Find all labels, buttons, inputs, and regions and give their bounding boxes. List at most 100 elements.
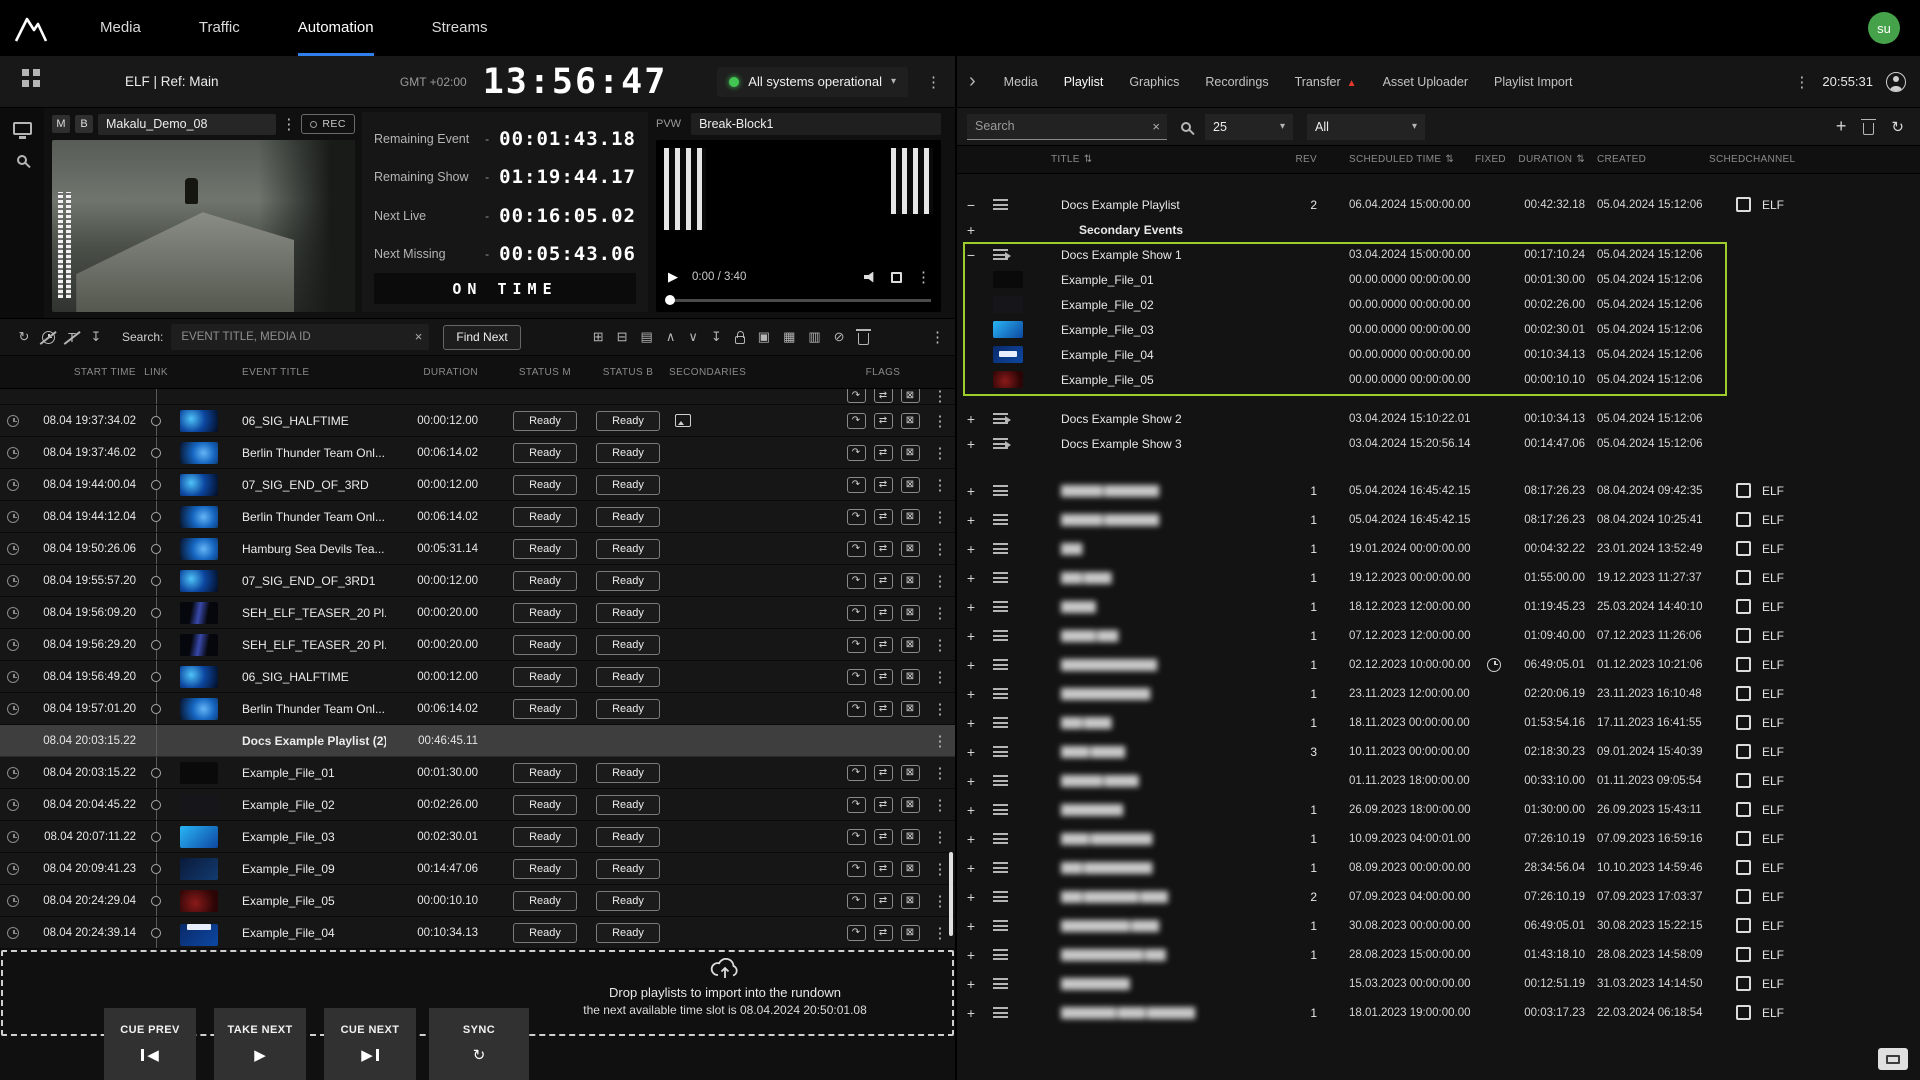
link-node-icon[interactable]	[151, 416, 161, 426]
seek-knob[interactable]	[665, 295, 675, 305]
playlist-row[interactable]: + ████████ ████ ███████ 1 18.01.2023 19:…	[957, 998, 1920, 1027]
flag-block-icon[interactable]: ⊠	[901, 413, 920, 429]
col-flags[interactable]: FLAGS	[841, 367, 925, 378]
expand-toggle[interactable]: +	[957, 715, 985, 731]
expand-toggle[interactable]: +	[957, 773, 985, 789]
link-cell[interactable]	[136, 789, 176, 820]
rundown-row[interactable]: 08.04 19:56:49.20 06_SIG_HALFTIME 00:00:…	[0, 661, 955, 693]
playlist-row[interactable]: + ███ ████ 1 19.12.2023 00:00:00.00 01:5…	[957, 563, 1920, 592]
channel-checkbox[interactable]	[1736, 599, 1751, 614]
channel-checkbox[interactable]	[1736, 686, 1751, 701]
col-created[interactable]: CREATED	[1597, 154, 1646, 165]
tab-transfer[interactable]: Transfer▲	[1295, 75, 1357, 89]
link-node-icon[interactable]	[151, 672, 161, 682]
flag-loop-icon[interactable]: ⇄	[874, 573, 893, 589]
flag-jump-icon[interactable]: ↷	[847, 829, 866, 845]
playlist-search-input[interactable]	[967, 114, 1167, 140]
rundown-scrollbar[interactable]	[949, 852, 953, 936]
makalu-logo-icon[interactable]	[14, 13, 48, 43]
refresh-icon[interactable]: ↻	[1891, 118, 1904, 136]
link-cell[interactable]	[136, 501, 176, 532]
flag-jump-icon[interactable]: ↷	[847, 893, 866, 909]
flag-loop-icon[interactable]: ⇄	[874, 861, 893, 877]
playlist-row[interactable]: + ███ 1 19.01.2024 00:00:00.00 00:04:32.…	[957, 534, 1920, 563]
playlist-row[interactable]: − Docs Example Playlist 2 06.04.2024 15:…	[957, 192, 1920, 217]
channel-checkbox[interactable]	[1736, 976, 1751, 991]
paste-icon[interactable]: ▦	[783, 329, 795, 345]
expand-toggle[interactable]: +	[957, 947, 985, 963]
channel-checkbox[interactable]	[1736, 947, 1751, 962]
link-cell[interactable]	[136, 853, 176, 884]
flag-jump-icon[interactable]: ↷	[847, 389, 866, 403]
rundown-row[interactable]: 08.04 19:50:26.06 Hamburg Sea Devils Tea…	[0, 533, 955, 565]
nav-item-media[interactable]: Media	[100, 0, 141, 56]
flag-jump-icon[interactable]: ↷	[847, 701, 866, 717]
expand-toggle[interactable]: +	[957, 889, 985, 905]
tab-asset-uploader[interactable]: Asset Uploader	[1383, 75, 1468, 89]
flag-block-icon[interactable]: ⊠	[901, 765, 920, 781]
flag-jump-icon[interactable]: ↷	[847, 477, 866, 493]
row-menu-icon[interactable]: ⋮	[933, 796, 948, 814]
flag-jump-icon[interactable]: ↷	[847, 637, 866, 653]
channel-checkbox[interactable]	[1736, 483, 1751, 498]
playlist-row[interactable]: + ██████████ ████ 1 30.08.2023 00:00:00.…	[957, 911, 1920, 940]
playlist-row[interactable]: + Secondary Events	[957, 217, 1920, 242]
user-icon[interactable]	[1886, 72, 1906, 92]
header-menu-icon[interactable]: ⋮	[926, 73, 941, 91]
flag-loop-icon[interactable]: ⇄	[874, 605, 893, 621]
pvw-clip-input[interactable]: Break-Block1	[691, 113, 941, 135]
flag-loop-icon[interactable]: ⇄	[874, 413, 893, 429]
link-node-icon[interactable]	[151, 480, 161, 490]
rundown-row[interactable]: 08.04 19:56:29.20 SEH_ELF_TEASER_20 Pl..…	[0, 629, 955, 661]
expand-toggle[interactable]: +	[957, 570, 985, 586]
expand-toggle[interactable]: +	[957, 831, 985, 847]
rundown-menu-icon[interactable]: ⋮	[930, 328, 945, 346]
expand-toggle[interactable]: +	[957, 860, 985, 876]
col-link[interactable]: LINK	[136, 367, 176, 378]
seek-bar[interactable]	[666, 299, 931, 302]
expand-toggle[interactable]: +	[957, 744, 985, 760]
expand-toggle[interactable]: +	[957, 628, 985, 644]
link-cell[interactable]	[136, 405, 176, 436]
playlist-row[interactable]: + ████████████ ███ 1 28.08.2023 15:00:00…	[957, 940, 1920, 969]
clear-search-icon[interactable]: ×	[1152, 119, 1160, 134]
row-menu-icon[interactable]: ⋮	[933, 604, 948, 622]
flag-jump-icon[interactable]: ↷	[847, 765, 866, 781]
flag-jump-icon[interactable]: ↷	[847, 573, 866, 589]
channel-checkbox[interactable]	[1736, 889, 1751, 904]
filter-select[interactable]: All ▾	[1307, 114, 1425, 140]
link-cell[interactable]	[136, 565, 176, 596]
link-node-icon[interactable]	[151, 608, 161, 618]
row-menu-icon[interactable]: ⋮	[933, 476, 948, 494]
rundown-row[interactable]: 08.04 19:57:01.20 Berlin Thunder Team On…	[0, 693, 955, 725]
playlist-row[interactable]: + ███ ████████ ████ 2 07.09.2023 04:00:0…	[957, 882, 1920, 911]
search-icon[interactable]	[17, 155, 27, 165]
channel-grid-icon[interactable]	[22, 69, 29, 76]
flag-loop-icon[interactable]: ⇄	[874, 477, 893, 493]
rundown-row[interactable]: 08.04 20:03:15.22 Example_File_01 00:01:…	[0, 757, 955, 789]
channel-checkbox[interactable]	[1736, 918, 1751, 933]
flag-block-icon[interactable]: ⊠	[901, 389, 920, 403]
flag-block-icon[interactable]: ⊠	[901, 605, 920, 621]
insert-above-icon[interactable]: ⊞	[593, 329, 604, 345]
monitor-icon[interactable]	[13, 122, 32, 135]
export-icon[interactable]: ↧	[84, 329, 108, 345]
search-icon[interactable]	[1181, 122, 1191, 132]
col-secondaries[interactable]: SECONDARIES	[669, 367, 759, 378]
channel-checkbox[interactable]	[1736, 1005, 1751, 1020]
playlist-row[interactable]: + Docs Example Show 3 03.04.2024 15:20:5…	[957, 431, 1920, 456]
link-cell[interactable]	[136, 821, 176, 852]
preview-menu-icon[interactable]: ⋮	[281, 115, 296, 133]
link-node-icon[interactable]	[151, 544, 161, 554]
flag-block-icon[interactable]: ⊠	[901, 861, 920, 877]
flag-block-icon[interactable]: ⊠	[901, 669, 920, 685]
page-size-select[interactable]: 25 ▾	[1205, 114, 1293, 140]
playlist-row[interactable]: Example_File_03 00.00.0000 00:00:00.00 0…	[957, 317, 1920, 342]
link-node-icon[interactable]	[151, 640, 161, 650]
flag-loop-icon[interactable]: ⇄	[874, 701, 893, 717]
flag-block-icon[interactable]: ⊠	[901, 541, 920, 557]
expand-toggle[interactable]: +	[957, 541, 985, 557]
playlist-row[interactable]: + █████████ 1 26.09.2023 18:00:00.00 01:…	[957, 795, 1920, 824]
expand-toggle[interactable]: +	[957, 483, 985, 499]
expand-toggle[interactable]: +	[957, 686, 985, 702]
